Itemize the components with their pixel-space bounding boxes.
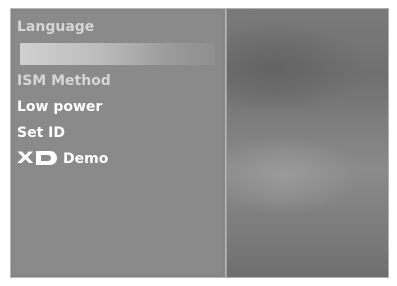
menu-item-language[interactable]: Language: [17, 19, 94, 35]
menu-item-xd-demo[interactable]: X Demo: [17, 150, 109, 168]
menu-item-xd-demo-label: Demo: [63, 151, 109, 167]
menu-item-low-power[interactable]: Low power: [17, 99, 102, 115]
tv-screen: Language ISM Method Low power Set ID X D…: [0, 0, 397, 286]
xd-logo-icon: X: [17, 150, 57, 166]
preview-panel: [226, 8, 389, 278]
menu-item-set-id[interactable]: Set ID: [17, 125, 65, 141]
menu-item-ism-method[interactable]: ISM Method: [17, 73, 111, 89]
menu-item-highlighted[interactable]: [20, 43, 215, 65]
